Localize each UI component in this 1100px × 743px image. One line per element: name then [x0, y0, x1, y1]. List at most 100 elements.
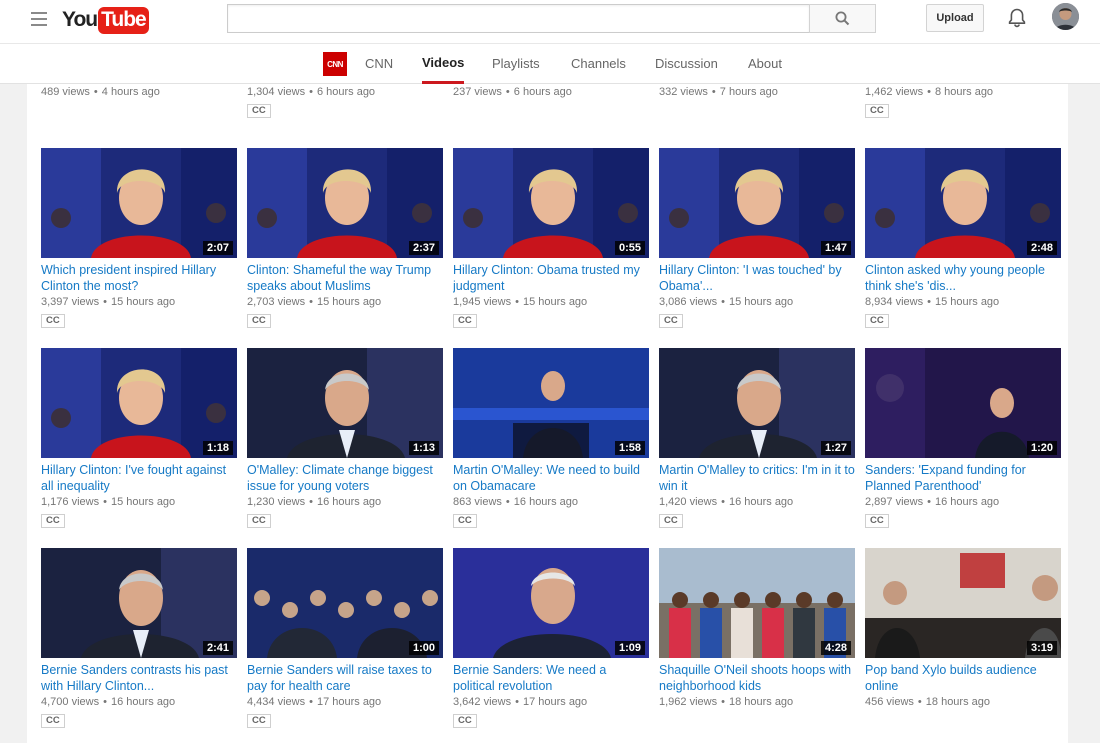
video-meta: 4,700 views • 16 hours ago — [41, 696, 176, 708]
video-title-link[interactable]: Sanders: 'Expand funding for Planned Par… — [865, 462, 1061, 494]
video-thumbnail[interactable]: 1:27 — [659, 348, 855, 458]
upload-age: 7 hours ago — [719, 86, 778, 98]
video-meta: 3,642 views • 17 hours ago — [453, 696, 588, 708]
upload-age: 16 hours ago — [728, 496, 794, 508]
cc-badge: CC — [453, 514, 477, 528]
upload-age: 6 hours ago — [316, 86, 376, 98]
video-title-link[interactable]: Clinton: Shameful the way Trump speaks a… — [247, 262, 443, 294]
video-duration: 0:55 — [614, 241, 645, 255]
video-meta: 1,304 views • 6 hours ago — [247, 86, 376, 98]
view-count: 4,434 views — [247, 696, 306, 708]
tab-videos[interactable]: Videos — [422, 44, 465, 84]
cc-badge: CC — [659, 314, 683, 328]
video-duration: 1:20 — [1026, 441, 1057, 455]
upload-age: 16 hours ago — [513, 496, 578, 508]
video-title-link[interactable]: Hillary Clinton: I've fought against all… — [41, 462, 237, 494]
video-meta: 332 views • 7 hours ago — [659, 86, 778, 98]
video-thumbnail[interactable]: 1:13 — [247, 348, 443, 458]
video-meta: 8,934 views • 15 hours ago — [865, 296, 1000, 308]
cc-badge: CC — [41, 314, 65, 328]
video-card: 0:55 Hillary Clinton: Obama trusted my j… — [453, 148, 649, 328]
logo-you-text: You — [62, 8, 98, 31]
video-title-link[interactable]: Martin O'Malley: We need to build on Oba… — [453, 462, 649, 494]
video-card-partial: Planned Parenthood videos 1,304 views•6 … — [247, 84, 443, 118]
video-thumbnail[interactable]: 1:58 — [453, 348, 649, 458]
cc-badge: CC — [247, 514, 271, 528]
video-duration: 3:19 — [1026, 641, 1057, 655]
video-thumbnail[interactable]: 0:55 — [453, 148, 649, 258]
upload-age: 18 hours ago — [728, 696, 794, 708]
video-thumbnail[interactable]: 2:07 — [41, 148, 237, 258]
video-card: 2:48 Clinton asked why young people thin… — [865, 148, 1061, 328]
cnn-channel-logo[interactable]: CNN — [323, 52, 347, 76]
tab-discussion[interactable]: Discussion — [655, 44, 718, 84]
video-meta: 1,176 views • 15 hours ago — [41, 496, 176, 508]
video-card: 2:41 Bernie Sanders contrasts his past w… — [41, 548, 237, 728]
video-title-link[interactable]: O'Malley: Climate change biggest issue f… — [247, 462, 443, 494]
view-count: 8,934 views — [865, 296, 924, 308]
video-title-link[interactable]: Hillary Clinton: 'I was touched' by Obam… — [659, 262, 855, 294]
search-input[interactable] — [227, 4, 809, 33]
video-meta: 4,434 views • 17 hours ago — [247, 696, 382, 708]
video-card-partial: personnel file 489 views•4 hours ago — [41, 84, 237, 100]
video-thumbnail[interactable]: 3:19 — [865, 548, 1061, 658]
video-thumbnail[interactable]: 2:37 — [247, 148, 443, 258]
view-count: 1,304 views — [247, 86, 306, 98]
video-thumbnail[interactable]: 1:20 — [865, 348, 1061, 458]
video-duration: 1:18 — [202, 441, 233, 455]
video-duration: 2:41 — [202, 641, 233, 655]
search-icon — [835, 11, 850, 26]
view-count: 3,086 views — [659, 296, 718, 308]
video-title-link[interactable]: Clinton asked why young people think she… — [865, 262, 1061, 294]
youtube-logo[interactable]: You Tube — [62, 5, 149, 35]
account-avatar[interactable] — [1052, 3, 1079, 30]
upload-age: 15 hours ago — [316, 296, 382, 308]
upload-age: 8 hours ago — [934, 86, 994, 98]
upload-button[interactable]: Upload — [926, 4, 984, 32]
video-thumbnail[interactable]: 2:41 — [41, 548, 237, 658]
search-button[interactable] — [809, 4, 876, 33]
tab-channels[interactable]: Channels — [571, 44, 626, 84]
video-title-link[interactable]: Hillary Clinton: Obama trusted my judgme… — [453, 262, 649, 294]
masthead: You Tube Upload — [0, 0, 1100, 44]
video-thumbnail[interactable]: 1:47 — [659, 148, 855, 258]
video-thumbnail[interactable]: 4:28 — [659, 548, 855, 658]
upload-age: 15 hours ago — [110, 296, 176, 308]
video-thumbnail[interactable]: 1:18 — [41, 348, 237, 458]
video-card: 3:19 Pop band Xylo builds audience onlin… — [865, 548, 1061, 710]
video-title-link[interactable]: Pop band Xylo builds audience online — [865, 662, 1061, 694]
video-title-link[interactable]: Bernie Sanders contrasts his past with H… — [41, 662, 237, 694]
video-thumbnail[interactable]: 1:09 — [453, 548, 649, 658]
video-title-link[interactable]: Shaquille O'Neil shoots hoops with neigh… — [659, 662, 855, 694]
cc-badge: CC — [865, 314, 889, 328]
video-card: 2:37 Clinton: Shameful the way Trump spe… — [247, 148, 443, 328]
video-title-link[interactable]: Martin O'Malley to critics: I'm in it to… — [659, 462, 855, 494]
tab-home[interactable]: CNN — [365, 44, 393, 84]
video-title-link[interactable]: Bernie Sanders: We need a political revo… — [453, 662, 649, 694]
tab-about[interactable]: About — [748, 44, 782, 84]
video-meta: 1,945 views • 15 hours ago — [453, 296, 588, 308]
upload-age: 16 hours ago — [934, 496, 1000, 508]
video-thumbnail[interactable]: 2:48 — [865, 148, 1061, 258]
video-meta: 3,086 views • 15 hours ago — [659, 296, 794, 308]
view-count: 456 views — [865, 696, 914, 708]
guide-menu-icon[interactable] — [31, 12, 47, 26]
video-card: 1:20 Sanders: 'Expand funding for Planne… — [865, 348, 1061, 528]
cc-badge: CC — [247, 714, 271, 728]
view-count: 1,462 views — [865, 86, 924, 98]
upload-age: 15 hours ago — [728, 296, 794, 308]
view-count: 2,897 views — [865, 496, 924, 508]
video-title-link[interactable]: Which president inspired Hillary Clinton… — [41, 262, 237, 294]
upload-age: 4 hours ago — [101, 86, 160, 98]
upload-age: 17 hours ago — [316, 696, 382, 708]
tab-playlists[interactable]: Playlists — [492, 44, 540, 84]
notifications-bell-icon[interactable] — [1006, 7, 1028, 29]
video-meta: 1,962 views • 18 hours ago — [659, 696, 794, 708]
video-duration: 4:28 — [820, 641, 851, 655]
video-title-link[interactable]: Bernie Sanders will raise taxes to pay f… — [247, 662, 443, 694]
video-meta: 2,897 views • 16 hours ago — [865, 496, 1000, 508]
video-duration: 1:47 — [820, 241, 851, 255]
video-thumbnail[interactable]: 1:00 — [247, 548, 443, 658]
view-count: 3,397 views — [41, 296, 100, 308]
cc-badge: CC — [453, 714, 477, 728]
